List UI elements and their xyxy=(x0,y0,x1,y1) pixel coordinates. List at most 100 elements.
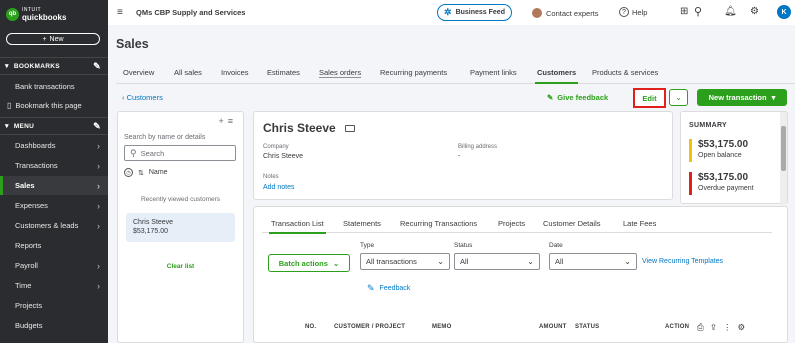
give-feedback-button[interactable]: ✎ Give feedback xyxy=(547,93,608,102)
type-value: All transactions xyxy=(366,257,417,266)
column-action[interactable]: ACTION xyxy=(665,324,689,330)
user-avatar[interactable]: K xyxy=(777,5,791,19)
summary-title: SUMMARY xyxy=(689,122,728,129)
recent-customer-name: Chris Steeve xyxy=(133,219,174,226)
contact-experts-label: Contact experts xyxy=(546,8,599,18)
sidebar-item-dashboards[interactable]: Dashboards › xyxy=(0,136,108,155)
search-input[interactable]: ⚲ Search xyxy=(124,145,236,161)
sidebar-item-label: Sales xyxy=(15,181,35,190)
view-recurring-templates-link[interactable]: View Recurring Templates xyxy=(642,258,723,265)
export-icon[interactable]: ⇪ xyxy=(710,322,717,333)
help-button[interactable]: ? Help xyxy=(619,7,647,17)
edit-button[interactable]: Edit xyxy=(633,88,666,108)
plus-icon[interactable]: + xyxy=(218,116,227,126)
tab-overview[interactable]: Overview xyxy=(123,68,154,77)
type-select[interactable]: All transactions ⌄ xyxy=(360,253,450,270)
sidebar-item-projects[interactable]: Projects xyxy=(0,296,108,315)
open-balance[interactable]: $53,175.00 Open balance xyxy=(689,139,748,162)
tab-recurring-transactions[interactable]: Recurring Transactions xyxy=(400,219,477,228)
back-to-customers-link[interactable]: ‹ Customers xyxy=(122,93,163,102)
sidebar-item-time[interactable]: Time › xyxy=(0,276,108,295)
sidebar-item-sales[interactable]: Sales › xyxy=(0,176,108,195)
bookmark-this-page[interactable]: ▯ Bookmark this page xyxy=(0,96,108,115)
column-status[interactable]: STATUS xyxy=(575,324,599,330)
open-balance-label: Open balance xyxy=(698,152,742,159)
menu-header[interactable]: ▾ MENU ✎ xyxy=(0,117,108,135)
sort-control[interactable]: ◷ ⇅ Name xyxy=(124,168,168,177)
chevron-down-icon: ⌄ xyxy=(624,257,631,266)
search-icon: ⚲ xyxy=(130,147,137,158)
list-tools: +≡ xyxy=(218,116,237,126)
sidebar-item-expenses[interactable]: Expenses › xyxy=(0,196,108,215)
column-no[interactable]: NO. xyxy=(305,324,316,330)
new-button[interactable]: + New xyxy=(6,33,100,45)
bookmarks-label: BOOKMARKS xyxy=(13,62,60,70)
summary-scrollbar[interactable] xyxy=(780,112,787,205)
pencil-icon[interactable]: ✎ xyxy=(93,61,101,72)
tab-sales-orders[interactable]: Sales orders xyxy=(319,68,362,78)
customer-name-heading: Chris Steeve xyxy=(263,121,355,135)
new-transaction-button[interactable]: New transaction ▾ xyxy=(697,89,787,106)
date-select[interactable]: All ⌄ xyxy=(549,253,637,270)
batch-actions-button[interactable]: Batch actions ⌄ xyxy=(268,254,350,272)
column-customer-project[interactable]: CUSTOMER / PROJECT xyxy=(334,324,405,330)
email-icon[interactable] xyxy=(344,124,355,132)
sidebar-item-label: Customers & leads xyxy=(15,221,79,230)
tab-invoices[interactable]: Invoices xyxy=(221,68,249,77)
sidebar-item-bank-transactions[interactable]: Bank transactions xyxy=(0,77,108,96)
sidebar-item-budgets[interactable]: Budgets xyxy=(0,316,108,335)
status-label: Status xyxy=(454,242,473,249)
add-notes-link[interactable]: Add notes xyxy=(263,184,295,191)
tab-statements[interactable]: Statements xyxy=(343,219,381,228)
list-menu-icon[interactable]: ≡ xyxy=(228,116,237,126)
top-bar: ≡ QMs CBP Supply and Services ✲ Business… xyxy=(108,0,795,25)
apps-icon[interactable]: ⊞ xyxy=(680,6,688,17)
history-icon: ◷ xyxy=(124,168,133,177)
gear-icon[interactable]: ⚙ xyxy=(737,322,745,333)
search-placeholder: Search xyxy=(140,148,165,158)
tab-recurring-payments[interactable]: Recurring payments xyxy=(380,68,447,77)
overdue-payment[interactable]: $53,175.00 Overdue payment xyxy=(689,172,754,195)
company-name: QMs CBP Supply and Services xyxy=(136,8,246,17)
contact-experts[interactable]: Contact experts xyxy=(532,8,599,18)
more-icon[interactable]: ⋮ xyxy=(723,322,732,333)
quickbooks-logo[interactable]: qb INTUIT quickbooks xyxy=(6,7,66,22)
bookmarks-header[interactable]: ▾ BOOKMARKS ✎ xyxy=(0,57,108,75)
chevron-right-icon: › xyxy=(97,140,100,151)
gear-icon[interactable]: ⚙ xyxy=(750,6,759,17)
notes-label: Notes xyxy=(263,174,279,180)
sparkle-icon: ✲ xyxy=(444,7,452,17)
tab-all-sales[interactable]: All sales xyxy=(174,68,202,77)
type-label: Type xyxy=(360,242,375,249)
sidebar-item-transactions[interactable]: Transactions › xyxy=(0,156,108,175)
sidebar-item-payroll[interactable]: Payroll › xyxy=(0,256,108,275)
tab-customer-details[interactable]: Customer Details xyxy=(543,219,601,228)
table-tools: ⎙ ⇪ ⋮ ⚙ xyxy=(697,322,745,333)
sidebar: qb INTUIT quickbooks + New ▾ BOOKMARKS ✎… xyxy=(0,0,108,343)
more-actions-dropdown[interactable]: ⌄ xyxy=(669,89,688,106)
recent-customer-card[interactable]: Chris Steeve $53,175.00 xyxy=(126,213,235,242)
column-memo[interactable]: MEMO xyxy=(432,324,451,330)
tab-customers[interactable]: Customers xyxy=(534,68,579,84)
date-label: Date xyxy=(549,242,563,249)
tab-transaction-list[interactable]: Transaction List xyxy=(269,219,326,234)
bell-icon[interactable]: 🔔︎ xyxy=(724,6,737,17)
clear-list-link[interactable]: Clear list xyxy=(118,263,243,270)
tab-late-fees[interactable]: Late Fees xyxy=(623,219,656,228)
search-icon[interactable]: ⚲ xyxy=(694,5,702,18)
feedback-link[interactable]: ✎ Feedback xyxy=(367,283,410,294)
print-icon[interactable]: ⎙ xyxy=(697,322,704,333)
column-amount[interactable]: AMOUNT xyxy=(539,324,567,330)
business-feed-button[interactable]: ✲ Business Feed xyxy=(437,4,512,21)
chevron-down-icon: ⌄ xyxy=(675,93,682,102)
tab-projects[interactable]: Projects xyxy=(498,219,525,228)
tab-payment-links[interactable]: Payment links xyxy=(470,68,517,77)
status-select[interactable]: All ⌄ xyxy=(454,253,540,270)
sidebar-item-reports[interactable]: Reports xyxy=(0,236,108,255)
sidebar-item-customers-leads[interactable]: Customers & leads › xyxy=(0,216,108,235)
tab-estimates[interactable]: Estimates xyxy=(267,68,300,77)
menu-toggle-icon[interactable]: ≡ xyxy=(117,7,123,18)
tab-products-services[interactable]: Products & services xyxy=(592,68,658,77)
pencil-icon[interactable]: ✎ xyxy=(93,121,101,132)
status-value: All xyxy=(460,257,469,266)
